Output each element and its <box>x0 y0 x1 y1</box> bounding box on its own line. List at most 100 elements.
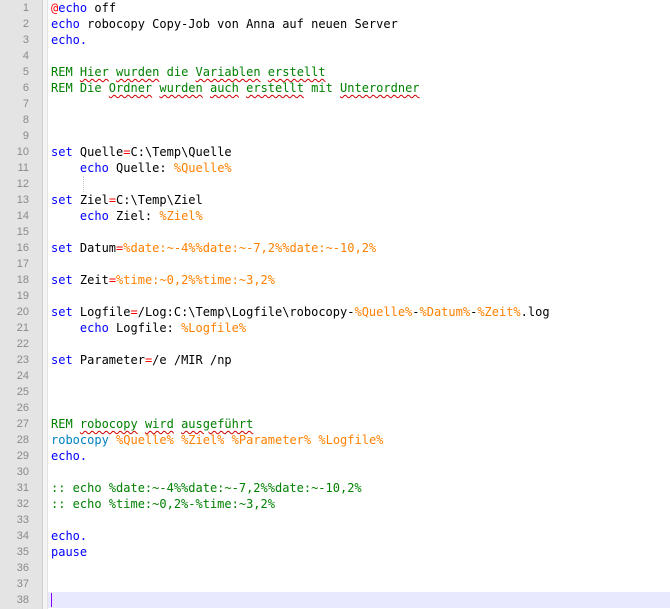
code-line[interactable]: echo Quelle: %Quelle% <box>48 160 670 176</box>
code-line[interactable]: echo. <box>48 528 670 544</box>
code-line[interactable]: set Parameter=/e /MIR /np <box>48 352 670 368</box>
code-line[interactable] <box>48 592 670 608</box>
code-token: set <box>51 241 73 255</box>
line-number: 14 <box>16 210 29 222</box>
line-number: 38 <box>16 594 29 606</box>
code-line[interactable]: set Ziel=C:\Temp\Ziel <box>48 192 670 208</box>
code-line[interactable]: set Logfile=/Log:C:\Temp\Logfile\robocop… <box>48 304 670 320</box>
line-number: 11 <box>17 162 29 174</box>
text-caret <box>51 593 52 607</box>
text-editor[interactable]: 1 2 3 4 5 6 7 8 9 10 11 12 13 14 15 16 17 18 19 20 21 22 23 24 2… <box>0 0 670 609</box>
code-line[interactable]: @echo off <box>48 0 670 16</box>
line-number: 34 <box>16 530 29 542</box>
code-line[interactable]: pause <box>48 544 670 560</box>
code-line[interactable] <box>48 464 670 480</box>
line-number: 30 <box>16 466 29 478</box>
line-number: 6 <box>22 82 29 94</box>
code-token: %Ziel% <box>181 433 225 447</box>
code-token: REM <box>51 65 80 79</box>
code-line[interactable]: set Zeit=%time:~0,2%%time:~3,2% <box>48 272 670 288</box>
code-line[interactable]: REM Die Ordner wurden auch erstellt mit … <box>48 80 670 96</box>
line-number: 16 <box>16 242 29 254</box>
code-token: mit <box>303 81 341 95</box>
code-token: Quelle: <box>108 161 174 175</box>
code-token: %Parameter% <box>231 433 312 447</box>
code-line[interactable] <box>48 128 670 144</box>
line-number: 10 <box>16 146 29 158</box>
code-token: wurden <box>159 81 203 95</box>
code-token: C:\Temp\Ziel <box>116 193 203 207</box>
line-number: 4 <box>22 50 29 62</box>
code-token: %Zeit% <box>477 305 521 319</box>
code-token: /Log:C:\Temp\Logfile\robocopy- <box>137 305 355 319</box>
code-area[interactable]: @echo off echo robocopy Copy-Job von Anna… <box>48 0 670 609</box>
code-token: echo <box>51 17 80 31</box>
line-number: 7 <box>22 98 29 110</box>
line-number: 1 <box>22 2 29 14</box>
code-token: = <box>108 193 117 207</box>
code-token: echo. <box>51 449 88 463</box>
code-token: = <box>130 305 138 319</box>
code-line[interactable]: echo. <box>48 448 670 464</box>
code-token: :: echo %date:~-4%%date:~-7,2%%date:~-10… <box>51 481 362 495</box>
code-line[interactable] <box>48 256 670 272</box>
code-line[interactable]: :: echo %date:~-4%%date:~-7,2%%date:~-10… <box>48 480 670 496</box>
code-line[interactable]: :: echo %time:~0,2%-%time:~3,2% <box>48 496 670 512</box>
line-number: 18 <box>16 274 29 286</box>
code-token: echo <box>58 1 88 15</box>
code-line[interactable]: echo Logfile: %Logfile% <box>48 320 670 336</box>
code-line[interactable] <box>48 400 670 416</box>
code-line[interactable]: echo robocopy Copy-Job von Anna auf neue… <box>48 16 670 32</box>
code-token: %time:~0,2%%time:~3,2% <box>116 273 275 287</box>
line-number: 29 <box>16 450 29 462</box>
code-line[interactable] <box>48 384 670 400</box>
code-token: echo <box>79 209 109 223</box>
code-token: wurden <box>116 65 160 79</box>
code-token: %Ziel% <box>159 209 203 223</box>
code-line[interactable] <box>48 48 670 64</box>
code-token: echo <box>79 321 109 335</box>
code-token: %Logfile% <box>318 433 384 447</box>
line-number: 12 <box>16 178 29 190</box>
code-line[interactable]: set Quelle=C:\Temp\Quelle <box>48 144 670 160</box>
code-token: C:\Temp\Quelle <box>130 145 232 159</box>
code-token: erstellt <box>246 81 304 95</box>
line-number: 25 <box>16 386 29 398</box>
code-token: %date:~-4%%date:~-7,2%%date:~-10,2% <box>123 241 377 255</box>
code-line[interactable] <box>48 288 670 304</box>
code-token: robocopy Copy-Job von Anna auf neuen Ser… <box>79 17 398 31</box>
code-line[interactable] <box>48 112 670 128</box>
line-number: 37 <box>16 578 29 590</box>
code-token: = <box>108 273 117 287</box>
code-line[interactable]: set Datum=%date:~-4%%date:~-7,2%%date:~-… <box>48 240 670 256</box>
code-line[interactable]: echo Ziel: %Ziel% <box>48 208 670 224</box>
line-number: 17 <box>16 258 29 270</box>
line-number: 9 <box>22 130 29 142</box>
code-token: pause <box>51 545 88 559</box>
code-line[interactable] <box>48 368 670 384</box>
indent-guide <box>83 176 84 192</box>
code-token: robocopy <box>79 417 138 431</box>
code-line[interactable] <box>48 560 670 576</box>
line-number: 35 <box>16 546 29 558</box>
line-number-gutter: 1 2 3 4 5 6 7 8 9 10 11 12 13 14 15 16 17 18 19 20 21 22 23 24 2… <box>0 0 43 609</box>
code-line[interactable]: REM robocopy wird ausgeführt <box>48 416 670 432</box>
code-line[interactable] <box>48 224 670 240</box>
code-line[interactable] <box>48 336 670 352</box>
code-line[interactable] <box>48 576 670 592</box>
code-token: Parameter <box>72 353 145 367</box>
code-line[interactable] <box>48 96 670 112</box>
code-token: Ziel: <box>108 209 160 223</box>
code-token: %Quelle% <box>354 305 413 319</box>
code-line[interactable]: REM Hier wurden die Variablen erstellt <box>48 64 670 80</box>
code-line[interactable]: echo. <box>48 32 670 48</box>
line-number: 20 <box>16 306 29 318</box>
code-line[interactable] <box>48 176 670 192</box>
code-line[interactable]: robocopy %Quelle% %Ziel% %Parameter% %Lo… <box>48 432 670 448</box>
code-line[interactable] <box>48 512 670 528</box>
